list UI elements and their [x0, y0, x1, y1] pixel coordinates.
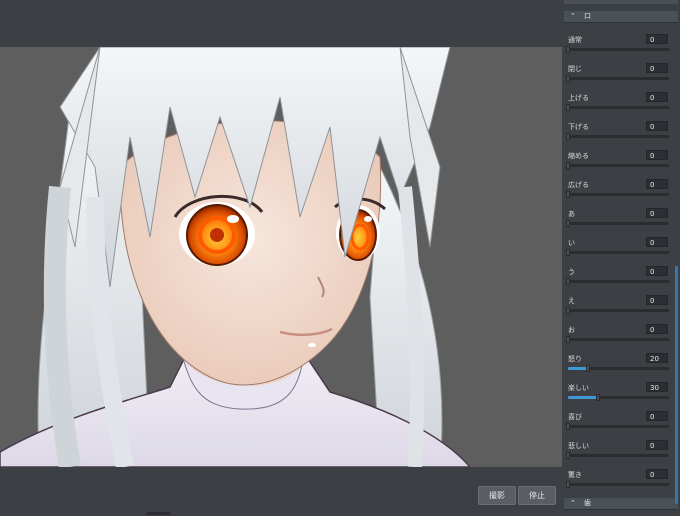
slider-value-field[interactable]: 0 [646, 324, 668, 334]
morph-panel: ⌃ 口 通常 0 閉じ 0 上げる 0 下げる 0 縮める 0 広げる 0 あ 0 い 0 う 0 え 0 お 0 怒り 20… [562, 0, 680, 516]
slider-track[interactable] [566, 220, 669, 227]
slider-handle[interactable] [566, 133, 570, 140]
slider-fill [568, 396, 599, 399]
top-toolbar [0, 0, 562, 47]
slider-label: 広げる [568, 181, 589, 189]
slider-handle[interactable] [566, 220, 570, 227]
slider-row: 閉じ 0 [562, 63, 680, 94]
slider-track[interactable] [566, 249, 669, 256]
slider-row: 喜び 0 [562, 411, 680, 442]
slider-row: あ0 [562, 208, 680, 239]
slider-value-field[interactable]: 0 [646, 469, 668, 479]
slider-label: え [568, 297, 575, 305]
slider-label: う [568, 268, 575, 276]
slider-handle[interactable] [566, 336, 570, 343]
slider-value-field[interactable]: 0 [646, 34, 668, 44]
slider-value-field[interactable]: 20 [646, 353, 668, 363]
slider-row: 上げる 0 [562, 92, 680, 123]
slider-value-field[interactable]: 0 [646, 440, 668, 450]
slider-handle[interactable] [566, 278, 570, 285]
slider-handle[interactable] [566, 75, 570, 82]
panel-scrollbar[interactable] [675, 266, 678, 504]
slider-row: 怒り 20 [562, 353, 680, 384]
section-title: 歯 [584, 499, 591, 507]
section-title: 口 [584, 12, 591, 20]
slider-fill [568, 367, 589, 370]
slider-label: 下げる [568, 123, 589, 131]
slider-row: 楽しい 30 [562, 382, 680, 413]
resize-handle[interactable] [146, 512, 170, 515]
slider-value-field[interactable]: 0 [646, 208, 668, 218]
slider-row: 縮める 0 [562, 150, 680, 181]
slider-handle[interactable] [566, 481, 570, 488]
slider-label: 悲しい [568, 442, 589, 450]
slider-value-field[interactable]: 0 [646, 237, 668, 247]
slider-track[interactable] [566, 133, 669, 140]
slider-label: 喜び [568, 413, 582, 421]
slider-value-field[interactable]: 0 [646, 150, 668, 160]
slider-value-field[interactable]: 30 [646, 382, 668, 392]
slider-handle[interactable] [596, 394, 601, 401]
slider-value-field[interactable]: 0 [646, 411, 668, 421]
slider-handle[interactable] [566, 46, 570, 53]
slider-value-field[interactable]: 0 [646, 63, 668, 73]
slider-row: 通常 0 [562, 34, 680, 65]
slider-handle[interactable] [566, 307, 570, 314]
stop-button[interactable]: 停止 [518, 486, 556, 505]
section-header-mouth[interactable]: ⌃ 口 [564, 11, 678, 23]
slider-row: 悲しい 0 [562, 440, 680, 471]
slider-value-field[interactable]: 0 [646, 295, 668, 305]
slider-track[interactable] [568, 365, 669, 372]
slider-label: 楽しい [568, 384, 589, 392]
capture-button[interactable]: 撮影 [478, 486, 516, 505]
slider-track[interactable] [566, 481, 669, 488]
character-render [0, 47, 471, 467]
slider-label: い [568, 239, 575, 247]
slider-handle[interactable] [566, 162, 570, 169]
slider-row: え0 [562, 295, 680, 326]
slider-row: お0 [562, 324, 680, 355]
slider-handle[interactable] [566, 191, 570, 198]
slider-handle[interactable] [566, 423, 570, 430]
slider-track[interactable] [566, 423, 669, 430]
slider-value-field[interactable]: 0 [646, 92, 668, 102]
slider-track[interactable] [566, 162, 669, 169]
slider-label: 縮める [568, 152, 589, 160]
slider-value-field[interactable]: 0 [646, 121, 668, 131]
slider-value-field[interactable]: 0 [646, 266, 668, 276]
chevron-up-icon: ⌃ [570, 12, 576, 20]
slider-value-field[interactable]: 0 [646, 179, 668, 189]
slider-track[interactable] [566, 307, 669, 314]
slider-label: 上げる [568, 94, 589, 102]
slider-track[interactable] [566, 46, 669, 53]
slider-handle[interactable] [586, 365, 591, 372]
slider-track[interactable] [566, 104, 669, 111]
slider-track[interactable] [566, 452, 669, 459]
slider-handle[interactable] [566, 249, 570, 256]
slider-label: あ [568, 210, 575, 218]
chevron-up-icon: ⌃ [570, 499, 576, 507]
slider-track[interactable] [566, 191, 669, 198]
panel-top-edge [564, 0, 678, 4]
slider-label: 通常 [568, 36, 582, 44]
slider-row: 広げる 0 [562, 179, 680, 210]
slider-handle[interactable] [566, 104, 570, 111]
slider-label: 閉じ [568, 65, 582, 73]
section-header-teeth[interactable]: ⌃ 歯 [564, 498, 678, 510]
slider-handle[interactable] [566, 452, 570, 459]
slider-row: う0 [562, 266, 680, 297]
slider-row: 下げる 0 [562, 121, 680, 152]
slider-label: お [568, 326, 575, 334]
slider-track[interactable] [566, 75, 669, 82]
slider-track[interactable] [566, 336, 669, 343]
slider-track[interactable] [566, 278, 669, 285]
slider-track[interactable] [568, 394, 669, 401]
slider-label: 驚き [568, 471, 582, 479]
slider-row: い0 [562, 237, 680, 268]
3d-viewport[interactable] [0, 47, 562, 467]
slider-row: 驚き 0 [562, 469, 680, 500]
slider-label: 怒り [568, 355, 582, 363]
